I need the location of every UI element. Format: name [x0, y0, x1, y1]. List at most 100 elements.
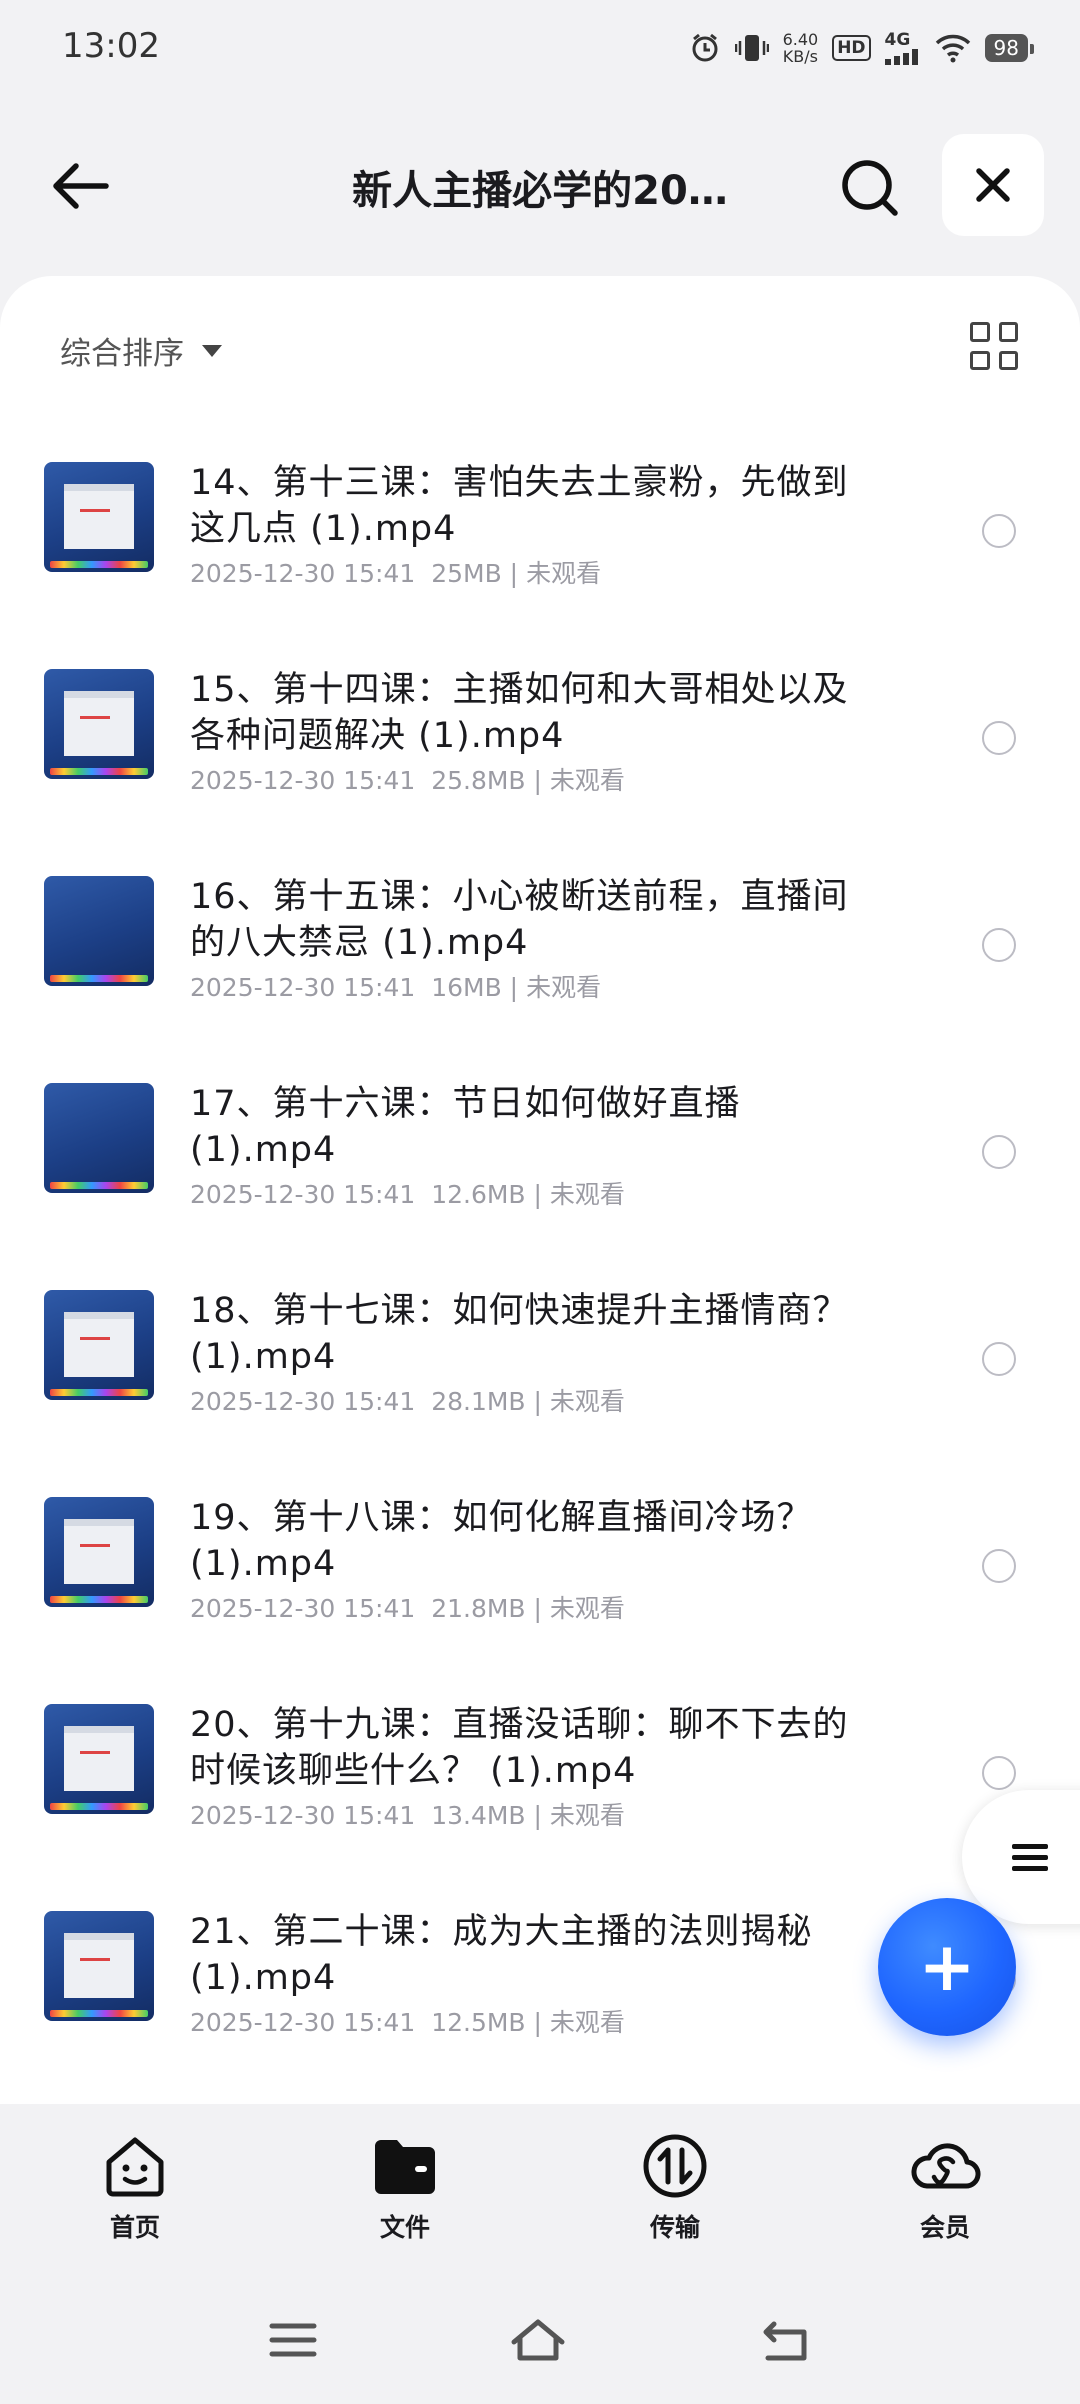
watch-status: 未观看	[549, 1801, 625, 1830]
alarm-icon	[692, 33, 718, 62]
file-list-item[interactable]: 16、第十五课：小心被断送前程，直播间的八大禁忌 (1).mp4 2025-12-…	[0, 836, 1080, 1043]
watch-status: 未观看	[549, 2008, 625, 2037]
wifi-icon	[935, 34, 970, 63]
file-name: 14、第十三课：害怕失去土豪粉，先做到这几点 (1).mp4	[190, 463, 849, 549]
caret-down-icon	[202, 344, 222, 357]
close-button[interactable]	[942, 134, 1044, 236]
nav-label: 传输	[649, 2213, 700, 2242]
file-meta: 2025-12-30 15:41 16MB | 未观看	[190, 968, 601, 1004]
file-list-item[interactable]: 18、第十七课：如何快速提升主播情商？ (1).mp4 2025-12-30 15…	[0, 1250, 1080, 1457]
file-list: 14、第十三课：害怕失去土豪粉，先做到这几点 (1).mp4 2025-12-30…	[0, 422, 1080, 2078]
file-list-item[interactable]: 17、第十六课：节日如何做好直播 (1).mp4 2025-12-30 15:41…	[0, 1043, 1080, 1250]
hd-badge: HD	[832, 35, 871, 61]
search-button[interactable]	[830, 148, 910, 228]
system-nav-bar	[0, 2300, 1080, 2380]
grid-view-toggle[interactable]	[970, 322, 1018, 370]
meta-divider: |	[525, 2008, 550, 2037]
status-bar: 13:02 6.40 KB/s HD 4G 98	[0, 0, 1080, 96]
video-thumbnail	[44, 1911, 154, 2021]
nav-item-home[interactable]: 首页	[35, 2130, 235, 2270]
folder-icon	[375, 2140, 435, 2194]
meta-divider: |	[525, 1801, 550, 1830]
file-date: 2025-12-30 15:41	[190, 766, 416, 795]
file-name: 18、第十七课：如何快速提升主播情商？ (1).mp4	[190, 1291, 849, 1377]
select-radio[interactable]	[982, 1135, 1016, 1169]
meta-divider: |	[525, 1387, 550, 1416]
watch-status: 未观看	[526, 559, 602, 588]
file-date: 2025-12-30 15:41	[190, 1801, 416, 1830]
back-button[interactable]	[40, 150, 120, 222]
select-radio[interactable]	[982, 1549, 1016, 1583]
file-name: 15、第十四课：主播如何和大哥相处以及各种问题解决 (1).mp4	[190, 670, 849, 756]
battery-indicator: 98	[984, 34, 1035, 62]
header: 新人主播必学的20…	[0, 120, 1080, 250]
video-thumbnail	[44, 669, 154, 779]
file-name: 19、第十八课：如何化解直播间冷场？ (1).mp4	[190, 1498, 813, 1584]
nav-label: 首页	[109, 2213, 160, 2242]
file-date: 2025-12-30 15:41	[190, 559, 416, 588]
file-size: 16MB	[431, 973, 502, 1002]
close-icon	[976, 168, 1010, 202]
watch-status: 未观看	[549, 1180, 625, 1209]
menu-icon[interactable]	[268, 2320, 318, 2360]
file-name: 17、第十六课：节日如何做好直播 (1).mp4	[190, 1084, 741, 1170]
meta-divider: |	[525, 1594, 550, 1623]
file-list-item[interactable]: 19、第十八课：如何化解直播间冷场？ (1).mp4 2025-12-30 15:…	[0, 1457, 1080, 1664]
file-size: 13.4MB	[431, 1801, 526, 1830]
file-meta: 2025-12-30 15:41 28.1MB | 未观看	[190, 1382, 625, 1418]
back-arrow-icon	[53, 163, 109, 209]
file-meta: 2025-12-30 15:41 12.5MB | 未观看	[190, 2003, 625, 2039]
sort-label: 综合排序	[60, 336, 184, 372]
signal-icon: 4G	[884, 31, 921, 65]
watch-status: 未观看	[526, 973, 602, 1002]
file-list-item[interactable]: 14、第十三课：害怕失去土豪粉，先做到这几点 (1).mp4 2025-12-30…	[0, 422, 1080, 629]
nav-item-files[interactable]: 文件	[305, 2130, 505, 2270]
file-size: 21.8MB	[431, 1594, 526, 1623]
search-icon	[842, 160, 898, 216]
cloud-vip-icon	[911, 2143, 981, 2189]
meta-divider: |	[501, 559, 527, 588]
meta-divider: |	[525, 1180, 550, 1209]
select-radio[interactable]	[982, 1756, 1016, 1790]
transfer-icon	[643, 2134, 707, 2198]
file-list-item[interactable]: 15、第十四课：主播如何和大哥相处以及各种问题解决 (1).mp4 2025-12…	[0, 629, 1080, 836]
video-thumbnail	[44, 876, 154, 986]
nav-label: 文件	[379, 2213, 430, 2242]
status-icons: 6.40 KB/s HD 4G 98	[689, 28, 1035, 68]
nav-item-vip[interactable]: 会员	[845, 2130, 1045, 2270]
video-thumbnail	[44, 462, 154, 572]
video-thumbnail	[44, 1290, 154, 1400]
net-speed: 6.40 KB/s	[782, 30, 819, 66]
file-size: 12.6MB	[431, 1180, 526, 1209]
video-thumbnail	[44, 1083, 154, 1193]
file-meta: 2025-12-30 15:41 12.6MB | 未观看	[190, 1175, 625, 1211]
add-button[interactable]: +	[878, 1898, 1016, 2036]
select-radio[interactable]	[982, 721, 1016, 755]
file-meta: 2025-12-30 15:41 25MB | 未观看	[190, 554, 601, 590]
sort-dropdown[interactable]: 综合排序	[60, 328, 222, 373]
video-thumbnail	[44, 1704, 154, 1814]
video-thumbnail	[44, 1497, 154, 1607]
file-date: 2025-12-30 15:41	[190, 2008, 416, 2037]
home-icon[interactable]	[508, 2316, 568, 2364]
file-date: 2025-12-30 15:41	[190, 973, 416, 1002]
nav-item-transfer[interactable]: 传输	[575, 2130, 775, 2270]
file-date: 2025-12-30 15:41	[190, 1594, 416, 1623]
meta-divider: |	[501, 973, 527, 1002]
select-radio[interactable]	[982, 928, 1016, 962]
file-list-panel: 综合排序 14、第十三课：害怕失去土豪粉，先做到这几点 (1).mp4 2025-…	[0, 276, 1080, 2104]
back-icon[interactable]	[758, 2318, 812, 2362]
select-radio[interactable]	[982, 514, 1016, 548]
grid-view-icon	[970, 322, 990, 342]
file-size: 28.1MB	[431, 1387, 526, 1416]
file-list-item[interactable]: 20、第十九课：直播没话聊：聊不下去的时候该聊些什么？ (1).mp4 2025-…	[0, 1664, 1080, 1871]
select-radio[interactable]	[982, 1342, 1016, 1376]
nav-label: 会员	[919, 2213, 970, 2242]
file-name: 21、第二十课：成为大主播的法则揭秘 (1).mp4	[190, 1912, 813, 1998]
watch-status: 未观看	[549, 1594, 625, 1623]
file-name: 16、第十五课：小心被断送前程，直播间的八大禁忌 (1).mp4	[190, 877, 849, 963]
home-smile-icon	[106, 2137, 164, 2197]
watch-status: 未观看	[549, 766, 625, 795]
file-meta: 2025-12-30 15:41 13.4MB | 未观看	[190, 1796, 625, 1832]
status-time: 13:02	[62, 26, 160, 66]
